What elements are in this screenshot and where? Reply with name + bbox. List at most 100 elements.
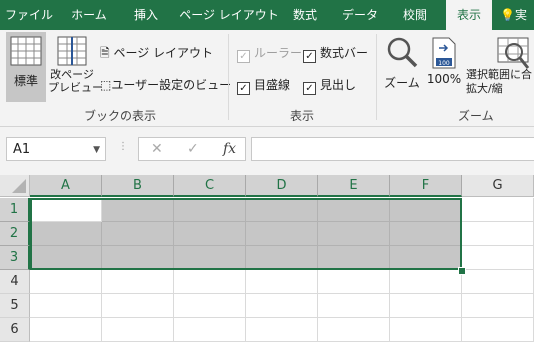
cell-b3[interactable]	[102, 246, 174, 270]
custom-views-icon: ⬚	[100, 78, 112, 92]
cell-f6[interactable]	[390, 318, 462, 342]
cell-g3[interactable]	[462, 246, 534, 270]
row-header-5[interactable]: 5	[0, 294, 30, 318]
cell-e6[interactable]	[318, 318, 390, 342]
tab-page-layout[interactable]: ページ レイアウト	[178, 0, 280, 30]
cell-d4[interactable]	[246, 270, 318, 294]
column-header-f[interactable]: F	[390, 175, 462, 197]
cell-g4[interactable]	[462, 270, 534, 294]
column-header-d[interactable]: D	[246, 175, 318, 197]
name-box-value: A1	[13, 142, 31, 157]
row-header-3[interactable]: 3	[0, 246, 30, 270]
column-header-g[interactable]: G	[462, 175, 534, 197]
cell-b2[interactable]	[102, 222, 174, 246]
cell-e4[interactable]	[318, 270, 390, 294]
tab-tell-me[interactable]: 💡実	[500, 0, 534, 30]
tab-file[interactable]: ファイル	[0, 0, 58, 30]
cell-d1[interactable]	[246, 198, 318, 222]
gridlines-checkbox[interactable]: ✓ 目盛線	[237, 76, 290, 95]
cell-b4[interactable]	[102, 270, 174, 294]
cell-f4[interactable]	[390, 270, 462, 294]
cell-b5[interactable]	[102, 294, 174, 318]
fill-handle[interactable]	[458, 267, 466, 275]
cell-c6[interactable]	[174, 318, 246, 342]
cell-c1[interactable]	[174, 198, 246, 222]
cell-g1[interactable]	[462, 198, 534, 222]
page-break-preview-button[interactable]: 改ページ プレビュー	[48, 32, 103, 102]
cell-e5[interactable]	[318, 294, 390, 318]
formula-input[interactable]	[251, 137, 534, 161]
cell-c3[interactable]	[174, 246, 246, 270]
cell-e3[interactable]	[318, 246, 390, 270]
tab-view[interactable]: 表示	[446, 0, 492, 30]
zoom-to-selection-button[interactable]: 選択範囲に合 拡大/縮	[466, 32, 534, 102]
cell-f5[interactable]	[390, 294, 462, 318]
cell-c4[interactable]	[174, 270, 246, 294]
page-layout-button[interactable]: 🗎 ページ レイアウト	[100, 44, 213, 65]
zoom-100-icon: 100	[432, 37, 456, 69]
tab-review[interactable]: 校閲	[392, 0, 438, 30]
ribbon-tab-bar: ファイル ホーム 挿入 ページ レイアウト 数式 データ 校閲 表示 💡実	[0, 0, 534, 30]
cell-g6[interactable]	[462, 318, 534, 342]
zoom-100-button[interactable]: 100 100%	[424, 32, 464, 102]
select-all-button[interactable]	[0, 175, 30, 197]
cell-a6[interactable]	[30, 318, 102, 342]
tab-formulas[interactable]: 数式	[284, 0, 326, 30]
cell-d5[interactable]	[246, 294, 318, 318]
zoom-button[interactable]: ズーム	[382, 32, 422, 102]
ruler-checkbox[interactable]: ✓ ルーラー	[237, 44, 302, 63]
formula-bar-checkbox[interactable]: ✓ 数式バー	[303, 44, 368, 63]
name-box[interactable]: A1 ▼	[6, 137, 106, 161]
cell-f3[interactable]	[390, 246, 462, 270]
cell-a2[interactable]	[30, 222, 102, 246]
ruler-label: ルーラー	[254, 46, 303, 60]
tab-insert[interactable]: 挿入	[122, 0, 170, 30]
tab-data[interactable]: データ	[334, 0, 386, 30]
tab-home[interactable]: ホーム	[60, 0, 118, 30]
custom-views-button[interactable]: ⬚ユーザー設定のビュー	[100, 76, 231, 93]
group-separator	[376, 34, 377, 120]
headings-checkbox[interactable]: ✓ 見出し	[303, 76, 356, 95]
cell-c5[interactable]	[174, 294, 246, 318]
cell-a4[interactable]	[30, 270, 102, 294]
cell-b1[interactable]	[102, 198, 174, 222]
page-break-preview-icon	[57, 36, 87, 66]
insert-function-icon[interactable]: fx	[223, 138, 236, 160]
column-header-c[interactable]: C	[174, 175, 246, 197]
column-header-a[interactable]: A	[30, 175, 102, 197]
formula-bar: A1 ▼ ⋮ ✕ ✓ fx	[0, 127, 534, 172]
enter-icon[interactable]: ✓	[187, 138, 199, 160]
normal-view-icon	[10, 36, 42, 66]
cell-g2[interactable]	[462, 222, 534, 246]
row-header-6[interactable]: 6	[0, 318, 30, 342]
cell-a3[interactable]	[30, 246, 102, 270]
cell-g5[interactable]	[462, 294, 534, 318]
cell-e1[interactable]	[318, 198, 390, 222]
normal-view-label: 標準	[13, 74, 38, 88]
cell-f1[interactable]	[390, 198, 462, 222]
cell-f2[interactable]	[390, 222, 462, 246]
cell-d3[interactable]	[246, 246, 318, 270]
cell-a5[interactable]	[30, 294, 102, 318]
magnifier-icon	[387, 37, 418, 68]
cell-c2[interactable]	[174, 222, 246, 246]
cell-d2[interactable]	[246, 222, 318, 246]
column-header-e[interactable]: E	[318, 175, 390, 197]
cell-e2[interactable]	[318, 222, 390, 246]
column-header-b[interactable]: B	[102, 175, 174, 197]
row-header-4[interactable]: 4	[0, 270, 30, 294]
show-group-label: 表示	[290, 109, 315, 123]
normal-view-button[interactable]: 標準	[6, 32, 46, 102]
chevron-down-icon[interactable]: ▼	[93, 138, 100, 162]
select-all-triangle-icon	[12, 179, 26, 193]
drag-handle-icon[interactable]: ⋮	[118, 141, 128, 152]
cell-b6[interactable]	[102, 318, 174, 342]
svg-text:100: 100	[438, 60, 450, 67]
zoom-100-label: 100%	[426, 72, 462, 86]
cell-d6[interactable]	[246, 318, 318, 342]
cancel-icon[interactable]: ✕	[151, 138, 163, 160]
cell-a1[interactable]	[30, 198, 102, 222]
row-header-1[interactable]: 1	[0, 198, 30, 222]
group-separator	[228, 34, 229, 120]
row-header-2[interactable]: 2	[0, 222, 30, 246]
